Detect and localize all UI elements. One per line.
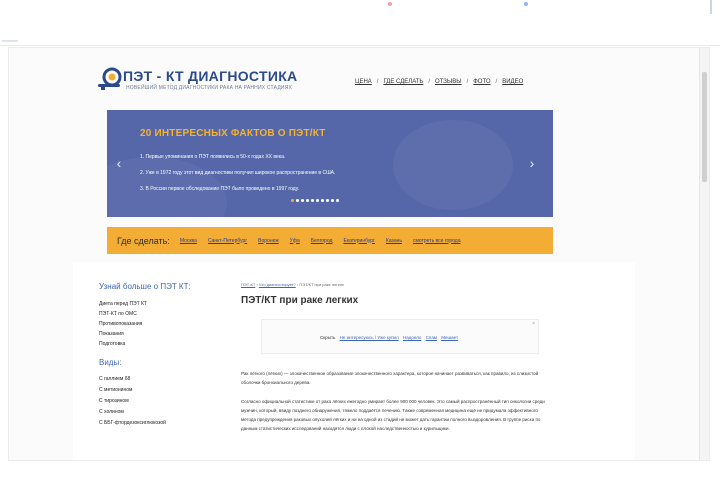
slider-dot[interactable] [331, 199, 334, 202]
slider-pagination [291, 199, 339, 202]
ad-hide-options: Скрыть Не интересуюсь / Уже купил Надоел… [320, 335, 458, 340]
breadcrumb-link-pet-ct[interactable]: ПЭТ-КТ [241, 282, 255, 287]
corner-mark-icon [524, 2, 528, 6]
sidebar-item-fdg[interactable]: С ББГ-фтордезоксиглюкозой [99, 418, 219, 429]
sidebar-item-indications[interactable]: Показания [99, 329, 219, 339]
chevron-left-icon[interactable]: ‹ [114, 156, 124, 170]
logo-scanner-icon[interactable] [97, 66, 123, 92]
nav-link-reviews[interactable]: ОТЗЫВЫ [435, 79, 462, 85]
slide-fact: 3. В России первое обследование ПЭТ было… [140, 186, 300, 192]
sidebar-item-choline[interactable]: С холином [99, 407, 219, 418]
corner-mark-icon [388, 2, 392, 6]
ad-option-bored[interactable]: Надоело [403, 335, 421, 340]
nav-link-where[interactable]: ГДЕ СДЕЛАТЬ [383, 79, 423, 85]
slider-dot[interactable] [306, 199, 309, 202]
slider-dot[interactable] [321, 199, 324, 202]
nav-link-video[interactable]: ВИДЕО [502, 79, 523, 85]
city-link-ekaterinburg[interactable]: Екатеринбург [343, 238, 374, 244]
ad-block: × Скрыть Не интересуюсь / Уже купил Надо… [261, 319, 539, 354]
ad-option-annoying[interactable]: Мешает [441, 335, 458, 340]
sidebar-item-diet[interactable]: Диета перед ПЭТ КТ [99, 299, 219, 309]
site-page: ПЭТ - КТ ДИАГНОСТИКА НОВЕЙШИЙ МЕТОД ДИАГ… [73, 48, 635, 460]
city-link-ufa[interactable]: Уфа [290, 238, 300, 244]
sidebar-item-gallium[interactable]: С галлием 68 [99, 374, 219, 385]
slider-dot[interactable] [316, 199, 319, 202]
ad-hide-label: Скрыть [320, 335, 336, 340]
article-paragraph: Согласно официальной статистике от рака … [241, 399, 545, 431]
nav-separator: / [495, 79, 498, 85]
nav-link-price[interactable]: ЦЕНА [355, 79, 372, 85]
window-edge-mark [2, 40, 18, 42]
logo-subtitle: НОВЕЙШИЙ МЕТОД ДИАГНОСТИКИ РАКА НА РАННИ… [126, 85, 293, 91]
main-content: ПЭТ-КТ › Что диагностирует? › ПЭТ/КТ при… [241, 282, 553, 433]
nav-separator: / [376, 79, 379, 85]
nav-link-photo[interactable]: ФОТО [473, 79, 490, 85]
where-label: Где сделать: [117, 235, 170, 246]
slider-dot[interactable] [291, 199, 294, 202]
page-title: ПЭТ/КТ при раке легких [241, 295, 359, 306]
window-edge-mark [710, 0, 712, 14]
site-header: ПЭТ - КТ ДИАГНОСТИКА НОВЕЙШИЙ МЕТОД ДИАГ… [73, 60, 635, 100]
page-scrollbar[interactable] [699, 48, 709, 460]
sidebar-item-methionine[interactable]: С метионином [99, 385, 219, 396]
sidebar-item-tyrosine[interactable]: С тирозином [99, 396, 219, 407]
city-link-kazan[interactable]: Казань [386, 238, 402, 244]
ad-option-not-interested[interactable]: Не интересуюсь / Уже купил [340, 335, 399, 340]
slider-dot[interactable] [336, 199, 339, 202]
article-paragraph: Рак лёгкого (лёгких) — злокачественное о… [241, 371, 539, 385]
sidebar-heading-learn: Узнай больше о ПЭТ КТ: [99, 282, 191, 291]
sidebar: Узнай больше о ПЭТ КТ: Диета перед ПЭТ К… [99, 282, 219, 429]
page-frame: ПЭТ - КТ ДИАГНОСТИКА НОВЕЙШИЙ МЕТОД ДИАГ… [8, 47, 710, 461]
breadcrumb-separator: › [296, 282, 299, 287]
facts-slider: 20 ИНТЕРЕСНЫХ ФАКТОВ О ПЭТ/КТ 1. Первые … [107, 110, 553, 217]
logo-title[interactable]: ПЭТ - КТ ДИАГНОСТИКА [123, 68, 297, 84]
where-to-do-bar: Где сделать: Москва Санкт-Петербург Воро… [107, 227, 553, 254]
close-icon[interactable]: × [532, 321, 535, 327]
chevron-right-icon[interactable]: › [527, 156, 537, 170]
breadcrumb: ПЭТ-КТ › Что диагностирует? › ПЭТ/КТ при… [241, 282, 553, 287]
top-navigation: ЦЕНА / ГДЕ СДЕЛАТЬ / ОТЗЫВЫ / ФОТО / ВИД… [355, 79, 523, 85]
breadcrumb-separator: › [256, 282, 258, 287]
slide-fact: 1. Первые упоминания о ПЭТ появились в 5… [140, 154, 286, 160]
slider-dot[interactable] [296, 199, 299, 202]
slider-dot[interactable] [311, 199, 314, 202]
slider-background-figure [393, 120, 513, 210]
sidebar-heading-types: Виды: [99, 358, 122, 367]
breadcrumb-current: ПЭТ/КТ при раке легких [299, 282, 344, 287]
city-link-belgorod[interactable]: Белгород [311, 238, 333, 244]
city-link-moscow[interactable]: Москва [180, 238, 197, 244]
sidebar-item-oms[interactable]: ПЭТ-КТ по ОМС [99, 309, 219, 319]
sidebar-item-contraindications[interactable]: Противопоказания [99, 319, 219, 329]
all-cities-link[interactable]: смотреть все города [413, 238, 461, 244]
slider-dot[interactable] [301, 199, 304, 202]
nav-separator: / [466, 79, 469, 85]
sidebar-item-preparation[interactable]: Подготовка [99, 339, 219, 349]
city-link-voronezh[interactable]: Воронеж [258, 238, 279, 244]
city-link-spb[interactable]: Санкт-Петербург [208, 238, 247, 244]
slider-dot[interactable] [326, 199, 329, 202]
slide-title: 20 ИНТЕРЕСНЫХ ФАКТОВ О ПЭТ/КТ [140, 128, 326, 139]
ad-option-spam[interactable]: Спам [426, 335, 437, 340]
nav-separator: / [428, 79, 431, 85]
scrollbar-thumb[interactable] [702, 72, 707, 182]
browser-top-strip [0, 0, 720, 46]
breadcrumb-link-diagnoses[interactable]: Что диагностирует? [259, 282, 296, 287]
slide-fact: 2. Уже в 1972 году этот вид диагностики … [140, 170, 336, 176]
